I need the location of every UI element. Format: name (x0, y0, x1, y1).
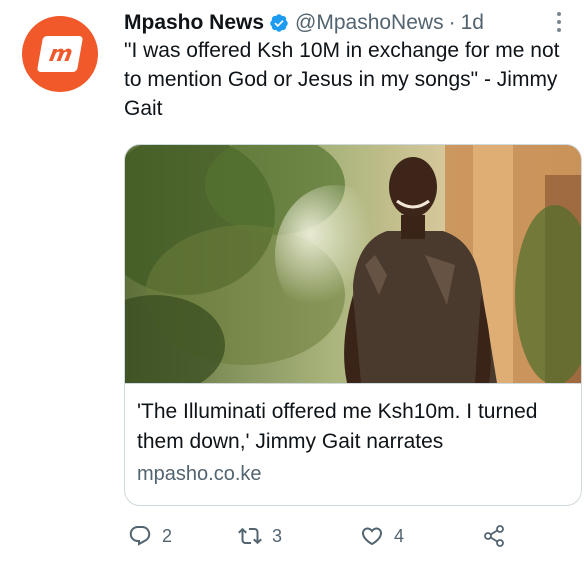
retweet-button[interactable]: 3 (238, 521, 282, 551)
more-options-icon[interactable] (554, 12, 564, 32)
card-image (125, 145, 581, 383)
verified-badge-icon (270, 14, 288, 32)
retweet-count: 3 (272, 525, 283, 546)
card-divider (125, 383, 581, 384)
tweet-header: Mpasho News @MpashoNews · 1d (124, 8, 564, 38)
reply-count: 2 (162, 525, 173, 546)
tweet-text: "I was offered Ksh 10M in exchange for m… (124, 39, 560, 120)
mpasho-logo: m (36, 36, 84, 72)
display-name[interactable]: Mpasho News (124, 11, 264, 35)
tweet-actions: 2 3 4 (124, 521, 544, 551)
heart-icon (361, 527, 383, 546)
link-card[interactable]: 'The Illuminati offered me Ksh10m. I tur… (124, 144, 582, 506)
tweet[interactable]: m Mpasho News @MpashoNews · 1d "I was of… (0, 0, 584, 571)
like-count: 4 (394, 525, 405, 546)
avatar[interactable]: m (22, 16, 98, 92)
timestamp[interactable]: 1d (461, 11, 484, 35)
handle[interactable]: @MpashoNews (295, 11, 444, 35)
avatar-logo-text: m (47, 41, 73, 67)
share-icon (484, 525, 504, 547)
retweet-icon (238, 527, 262, 545)
share-button[interactable] (482, 521, 506, 551)
card-domain: mpasho.co.ke (137, 463, 262, 485)
reply-button[interactable]: 2 (128, 521, 172, 551)
reply-icon (129, 526, 151, 546)
card-title: 'The Illuminati offered me Ksh10m. I tur… (137, 400, 538, 453)
separator: · (448, 11, 456, 34)
like-button[interactable]: 4 (360, 521, 404, 551)
